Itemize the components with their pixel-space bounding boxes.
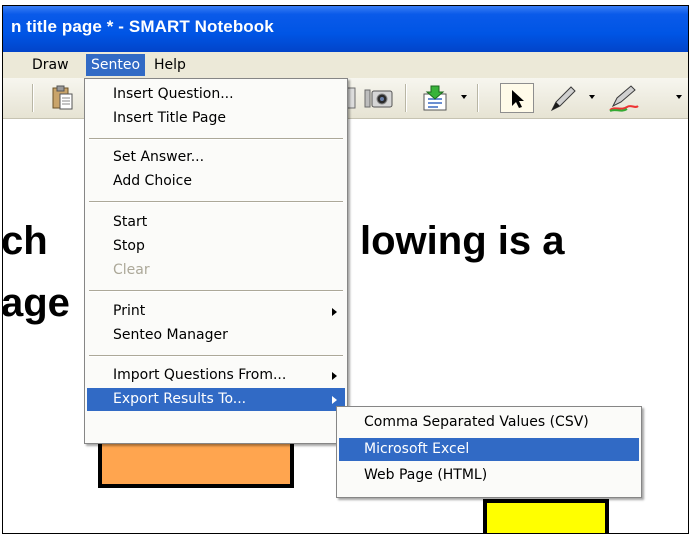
toolbar-separator <box>32 84 34 112</box>
menu-help[interactable]: Help <box>149 54 191 76</box>
menu-item-insert-title-page[interactable]: Insert Title Page <box>87 107 345 130</box>
menu-senteo[interactable]: Senteo <box>86 54 146 76</box>
pointer-arrow-icon <box>512 90 524 108</box>
submenu-item-csv[interactable]: Comma Separated Values (CSV) <box>339 411 639 434</box>
menu-item-export-label: Export Results To... <box>113 391 247 407</box>
toolbar-separator <box>477 84 479 112</box>
submenu-arrow-icon <box>332 396 337 404</box>
dropdown-arrow-icon[interactable] <box>589 95 596 100</box>
answer-box-yellow[interactable] <box>483 499 609 533</box>
paste-icon[interactable] <box>50 85 74 111</box>
menu-separator <box>89 290 343 292</box>
export-submenu: Comma Separated Values (CSV) Microsoft E… <box>336 406 642 498</box>
menu-separator <box>89 355 343 357</box>
menu-item-insert-question[interactable]: Insert Question... <box>87 83 345 106</box>
menu-item-senteo-manager[interactable]: Senteo Manager <box>87 324 345 347</box>
menu-item-set-answer[interactable]: Set Answer... <box>87 146 345 169</box>
dropdown-arrow-icon[interactable] <box>676 95 683 100</box>
menu-bar: Draw Senteo Help <box>3 52 688 78</box>
submenu-item-html[interactable]: Web Page (HTML) <box>339 464 639 487</box>
question-text-fragment: age <box>2 281 70 325</box>
title-bar[interactable]: n title page * - SMART Notebook <box>3 6 688 52</box>
menu-item-export-results[interactable]: Export Results To... <box>87 388 345 411</box>
menu-separator <box>89 138 343 140</box>
menu-draw[interactable]: Draw <box>27 54 74 76</box>
menu-item-clear: Clear <box>113 262 150 278</box>
submenu-item-excel[interactable]: Microsoft Excel <box>339 438 639 461</box>
menu-item-print[interactable]: Print <box>87 300 345 323</box>
menu-item-import-questions[interactable]: Import Questions From... <box>87 364 345 387</box>
senteo-menu: Insert Question... Insert Title Page Set… <box>84 78 348 444</box>
insert-page-icon[interactable] <box>419 84 451 112</box>
menu-item-add-choice[interactable]: Add Choice <box>87 170 345 193</box>
toolbar-separator <box>405 84 407 112</box>
submenu-arrow-icon <box>332 308 337 316</box>
menu-item-stop[interactable]: Stop <box>87 235 345 258</box>
pen-icon[interactable] <box>548 84 578 114</box>
camera-icon[interactable] <box>364 87 394 109</box>
question-text-fragment: ch <box>2 219 48 263</box>
question-text-fragment: lowing is a <box>360 219 565 263</box>
menu-item-start[interactable]: Start <box>87 211 345 234</box>
menu-item-print-label: Print <box>113 303 146 319</box>
select-tool-button[interactable] <box>500 83 534 113</box>
dropdown-arrow-icon[interactable] <box>461 95 468 100</box>
menu-item-import-label: Import Questions From... <box>113 367 287 383</box>
submenu-arrow-icon <box>332 372 337 380</box>
menu-separator <box>89 201 343 203</box>
window-title: n title page * - SMART Notebook <box>11 17 274 36</box>
creative-pen-icon[interactable] <box>607 84 639 114</box>
app-window: n title page * - SMART Notebook Draw Sen… <box>2 5 689 534</box>
